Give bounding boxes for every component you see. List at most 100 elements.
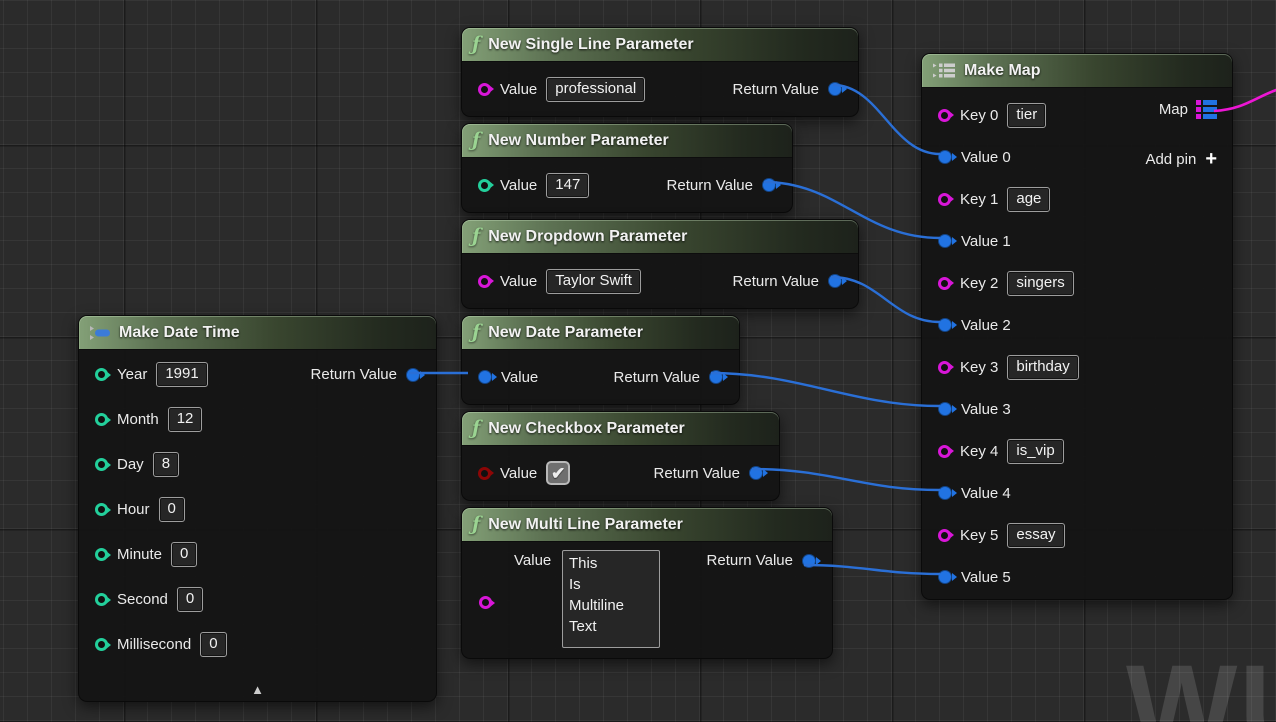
key5-input-pin[interactable] <box>938 529 951 542</box>
node-title: Make Map <box>964 62 1040 80</box>
value-label: Value <box>514 552 551 569</box>
graph-watermark: WU <box>1126 648 1276 722</box>
node-header[interactable]: ƒ New Single Line Parameter <box>462 28 858 62</box>
return-value-label: Return Value <box>311 366 397 383</box>
node-new-multi-line-parameter[interactable]: ƒ New Multi Line Parameter Value This Is… <box>461 507 833 659</box>
node-make-date-time-header[interactable]: Make Date Time <box>79 316 436 350</box>
value1-input-pin[interactable] <box>938 234 952 248</box>
node-header[interactable]: ƒ New Number Parameter <box>462 124 792 158</box>
value5-input-pin[interactable] <box>938 570 952 584</box>
return-value-pin[interactable] <box>406 368 420 382</box>
value-multiline-field[interactable]: This Is Multiline Text <box>562 550 660 648</box>
second-field[interactable]: 0 <box>177 587 203 612</box>
key-row-5: Key 5 essay <box>922 514 1232 556</box>
day-field[interactable]: 8 <box>153 452 179 477</box>
node-header[interactable]: ƒ New Dropdown Parameter <box>462 220 858 254</box>
pin-row: Value Taylor Swift Return Value <box>462 254 858 308</box>
node-new-dropdown-parameter[interactable]: ƒ New Dropdown Parameter Value Taylor Sw… <box>461 219 859 309</box>
collapse-pins-arrow[interactable]: ▲ <box>251 682 264 697</box>
hour-input-pin[interactable] <box>95 503 108 516</box>
key-row-4: Key 4 is_vip <box>922 430 1232 472</box>
month-field[interactable]: 12 <box>168 407 203 432</box>
key2-input-pin[interactable] <box>938 277 951 290</box>
key2-field[interactable]: singers <box>1007 271 1073 296</box>
key0-input-pin[interactable] <box>938 109 951 122</box>
node-header[interactable]: ƒ New Checkbox Parameter <box>462 412 779 446</box>
node-header[interactable]: ƒ New Multi Line Parameter <box>462 508 832 542</box>
key3-input-pin[interactable] <box>938 361 951 374</box>
value0-input-pin[interactable] <box>938 150 952 164</box>
wire-date-to-value3[interactable] <box>711 373 940 406</box>
return-value-label: Return Value <box>654 465 740 482</box>
checkbox-checked-icon: ✔ <box>551 465 565 482</box>
pin-label: Minute <box>117 546 162 563</box>
value4-input-pin[interactable] <box>938 486 952 500</box>
day-input-pin[interactable] <box>95 458 108 471</box>
map-output-pin[interactable] <box>1196 99 1217 120</box>
value2-input-pin[interactable] <box>938 318 952 332</box>
node-title: New Dropdown Parameter <box>488 228 687 246</box>
return-value-label: Return Value <box>614 369 700 386</box>
key-label: Key 2 <box>960 275 998 292</box>
pin-row-day: Day 8 <box>79 442 436 487</box>
node-header[interactable]: ƒ New Date Parameter <box>462 316 739 350</box>
key4-input-pin[interactable] <box>938 445 951 458</box>
millisecond-input-pin[interactable] <box>95 638 108 651</box>
value-input-pin[interactable] <box>478 275 491 288</box>
key5-field[interactable]: essay <box>1007 523 1064 548</box>
node-new-number-parameter[interactable]: ƒ New Number Parameter Value 147 Return … <box>461 123 793 213</box>
value-field[interactable]: 147 <box>546 173 589 198</box>
value-checkbox[interactable]: ✔ <box>546 461 570 485</box>
value-input-pin[interactable] <box>478 370 492 384</box>
node-title: Make Date Time <box>119 324 240 342</box>
value-field[interactable]: professional <box>546 77 645 102</box>
key4-field[interactable]: is_vip <box>1007 439 1063 464</box>
value-label: Value 3 <box>961 401 1011 418</box>
node-new-checkbox-parameter[interactable]: ƒ New Checkbox Parameter Value ✔ Return … <box>461 411 780 501</box>
node-header[interactable]: Make Map <box>922 54 1232 88</box>
node-make-date-time[interactable]: Make Date Time Year 1991 Return Value Mo… <box>78 315 437 702</box>
key3-field[interactable]: birthday <box>1007 355 1078 380</box>
value-field[interactable]: Taylor Swift <box>546 269 641 294</box>
plus-icon: + <box>1205 149 1217 169</box>
value-row-2: Value 2 <box>922 304 1232 346</box>
node-new-date-parameter[interactable]: ƒ New Date Parameter Value Return Value <box>461 315 740 405</box>
hour-field[interactable]: 0 <box>159 497 185 522</box>
second-input-pin[interactable] <box>95 593 108 606</box>
year-input-pin[interactable] <box>95 368 108 381</box>
year-field[interactable]: 1991 <box>156 362 207 387</box>
key1-field[interactable]: age <box>1007 187 1050 212</box>
make-struct-icon <box>89 325 111 341</box>
map-output-label: Map <box>1159 101 1188 118</box>
pin-row-month: Month 12 <box>79 397 436 442</box>
wire-checkbox-to-value4[interactable] <box>752 469 940 490</box>
value-input-pin[interactable] <box>479 596 492 609</box>
return-value-label: Return Value <box>733 81 819 98</box>
key0-field[interactable]: tier <box>1007 103 1046 128</box>
minute-field[interactable]: 0 <box>171 542 197 567</box>
value-label: Value 2 <box>961 317 1011 334</box>
return-value-label: Return Value <box>707 552 793 569</box>
value-input-pin[interactable] <box>478 83 491 96</box>
value-row-1: Value 1 <box>922 220 1232 262</box>
minute-input-pin[interactable] <box>95 548 108 561</box>
node-new-single-line-parameter[interactable]: ƒ New Single Line Parameter Value profes… <box>461 27 859 117</box>
key-row-1: Key 1 age <box>922 178 1232 220</box>
node-make-map[interactable]: Make Map Key 0 tier Value 0 Key 1 age Va… <box>921 53 1233 600</box>
add-pin-button[interactable]: Add pin + <box>1145 149 1217 169</box>
month-input-pin[interactable] <box>95 413 108 426</box>
value-label: Value <box>500 177 537 194</box>
node-title: New Multi Line Parameter <box>488 516 683 534</box>
value-input-pin[interactable] <box>478 467 491 480</box>
value3-input-pin[interactable] <box>938 402 952 416</box>
value-label: Value <box>500 81 537 98</box>
value-label: Value 5 <box>961 569 1011 586</box>
blueprint-graph-canvas[interactable]: WU Make Date Time Year 1991 Retur <box>0 0 1276 722</box>
node-title: New Date Parameter <box>488 324 643 342</box>
key1-input-pin[interactable] <box>938 193 951 206</box>
pin-row-millisecond: Millisecond 0 <box>79 622 436 667</box>
return-value-pin[interactable] <box>762 178 776 192</box>
pin-row: Value 147 Return Value <box>462 158 792 212</box>
millisecond-field[interactable]: 0 <box>200 632 226 657</box>
value-input-pin[interactable] <box>478 179 491 192</box>
